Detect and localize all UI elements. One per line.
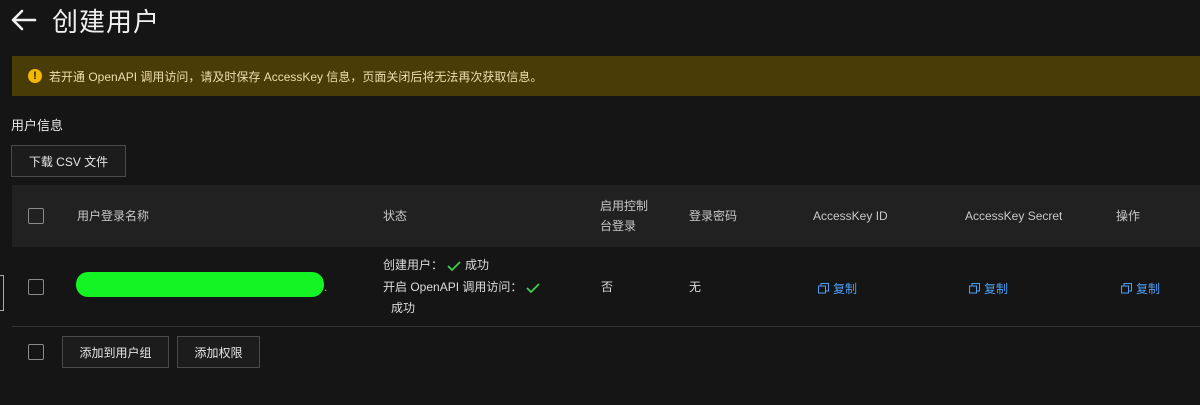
back-arrow-icon[interactable] [10, 6, 38, 34]
console-login-value: 否 [601, 280, 614, 294]
column-header-console-login: 启用控制台登录 [600, 199, 649, 233]
copy-accesskey-secret-link[interactable]: 复制 [969, 280, 1008, 297]
copy-label: 复制 [984, 282, 1009, 296]
panel-edge [0, 275, 4, 311]
column-header-accesskey-id: AccessKey ID [813, 209, 888, 223]
copy-icon [1121, 283, 1132, 294]
status-create-result: 成功 [465, 258, 490, 272]
page-title: 创建用户 [52, 7, 161, 38]
alert-text: 若开通 OpenAPI 调用访问，请及时保存 AccessKey 信息，页面关闭… [49, 69, 543, 84]
table-row: . 创建用户： 成功 开启 OpenAPI 调用访问： 成功 否 无 复制 复制 … [12, 247, 1200, 327]
copy-label: 复制 [833, 282, 858, 296]
copy-icon [818, 283, 829, 294]
footer-select-checkbox[interactable] [28, 344, 44, 360]
add-permission-button[interactable]: 添加权限 [177, 336, 260, 368]
row-checkbox[interactable] [28, 279, 44, 295]
password-value: 无 [689, 280, 702, 294]
status-openapi-result: 成功 [391, 301, 416, 315]
download-csv-button[interactable]: 下载 CSV 文件 [11, 145, 126, 177]
column-header-operation: 操作 [1116, 209, 1141, 223]
column-header-password: 登录密码 [689, 209, 738, 223]
status-openapi: 开启 OpenAPI 调用访问： [383, 277, 544, 298]
column-header-accesskey-secret: AccessKey Secret [965, 209, 1063, 223]
warning-alert: ! 若开通 OpenAPI 调用访问，请及时保存 AccessKey 信息，页面… [12, 56, 1200, 96]
select-all-checkbox[interactable] [28, 208, 44, 224]
copy-accesskey-id-link[interactable]: 复制 [818, 280, 857, 297]
table-header: 用户登录名称 状态 启用控制台登录 登录密码 AccessKey ID Acce… [12, 185, 1200, 247]
section-title: 用户信息 [11, 118, 64, 133]
status-openapi-label: 开启 OpenAPI 调用访问： [383, 280, 523, 294]
copy-label: 复制 [1136, 282, 1161, 296]
check-icon [526, 283, 541, 294]
status-create-user: 创建用户： 成功 [383, 255, 489, 276]
add-to-group-button[interactable]: 添加到用户组 [62, 336, 169, 368]
copy-icon [969, 283, 980, 294]
warning-icon: ! [28, 69, 42, 83]
copy-operation-link[interactable]: 复制 [1121, 280, 1160, 297]
status-create-label: 创建用户： [383, 258, 444, 272]
check-icon [447, 261, 461, 272]
redacted-username [76, 272, 324, 297]
username-suffix: . [324, 280, 328, 294]
page-header: 创建用户 [10, 2, 160, 38]
column-header-username: 用户登录名称 [77, 209, 150, 223]
column-header-status: 状态 [383, 209, 408, 223]
